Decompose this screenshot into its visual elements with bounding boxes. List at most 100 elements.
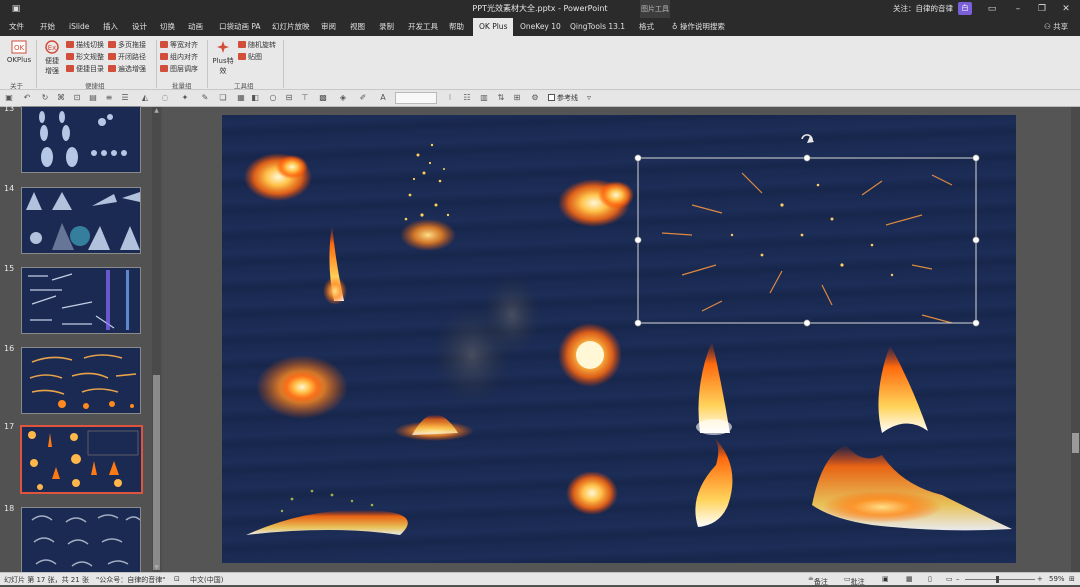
resize-handle[interactable]	[972, 319, 980, 327]
tall-flame-effect[interactable]	[696, 341, 732, 435]
tab-home[interactable]: 开始	[40, 18, 55, 36]
tab-ok-plus[interactable]: OK Plus	[473, 18, 514, 36]
comet-flame-effect[interactable]	[323, 225, 347, 305]
grid-icon[interactable]: ⊞	[512, 93, 522, 103]
align-top-icon[interactable]: ⊤	[300, 93, 310, 103]
tab-insert[interactable]: 插入	[103, 18, 118, 36]
save-icon[interactable]: ▣	[4, 93, 14, 103]
scroll-down-icon[interactable]: ▼	[152, 564, 161, 572]
comments-button[interactable]: ▭ 批注	[844, 575, 865, 586]
zoom-level[interactable]: 59%	[1049, 575, 1065, 583]
tab-islide[interactable]: iSlide	[69, 18, 89, 36]
spacing-icon[interactable]: ⇅	[496, 93, 506, 103]
format-painter-icon[interactable]: ⌘	[56, 93, 66, 103]
slide-panel-scroll-thumb[interactable]	[153, 375, 160, 570]
tab-view[interactable]: 视图	[350, 18, 365, 36]
brush-icon[interactable]: ✎	[200, 93, 210, 103]
distribute-icon[interactable]: ⊟	[284, 93, 294, 103]
tab-qingtools[interactable]: QingTools 13.1	[570, 18, 625, 36]
ribbon-item-equal-align[interactable]: 等宽对齐	[160, 40, 198, 51]
slide-thumbnail-15[interactable]	[21, 267, 141, 334]
canvas-scrollbar[interactable]	[1071, 107, 1080, 572]
resize-handle[interactable]	[972, 236, 980, 244]
customize-dropdown-icon[interactable]: ▿	[584, 93, 594, 103]
redo-icon[interactable]: ↻	[40, 93, 50, 103]
resize-handle[interactable]	[634, 319, 642, 327]
tab-design[interactable]: 设计	[132, 18, 147, 36]
tab-record[interactable]: 录制	[379, 18, 394, 36]
smoke-fire-effect[interactable]	[394, 275, 542, 441]
tab-file[interactable]: 文件	[9, 18, 24, 36]
list-icon[interactable]: ☷	[462, 93, 472, 103]
ribbon-item-texture[interactable]: 贴图	[238, 52, 262, 63]
burst-effect[interactable]	[256, 355, 348, 419]
bullets-icon[interactable]: ⁝	[445, 93, 455, 103]
undo-icon[interactable]: ↶	[22, 93, 32, 103]
spark-ball-effect[interactable]	[566, 471, 618, 515]
slide-thumbnail-17[interactable]	[20, 425, 143, 494]
align-center-icon[interactable]: ☰	[120, 93, 130, 103]
slide-thumbnail-16[interactable]	[21, 347, 141, 414]
notes-button[interactable]: ≐ 备注	[808, 575, 828, 586]
guides-checkbox[interactable]	[548, 94, 555, 101]
tab-format[interactable]: 格式	[639, 18, 654, 36]
columns-icon[interactable]: ▥	[479, 93, 489, 103]
tab-slideshow[interactable]: 幻灯片放映	[272, 18, 310, 36]
rotate-handle-icon[interactable]	[801, 134, 814, 143]
ribbon-item-group-align[interactable]: 组内对齐	[160, 52, 198, 63]
tab-help[interactable]: 帮助	[449, 18, 464, 36]
tab-transitions[interactable]: 切换	[160, 18, 175, 36]
spark-fountain-effect[interactable]	[400, 143, 456, 251]
center-explosion-effect[interactable]	[558, 323, 622, 387]
layers-icon[interactable]: ❏	[218, 93, 228, 103]
shape-outline-icon[interactable]: ◌	[160, 93, 170, 103]
share-button[interactable]: ⚇ 共享	[1044, 18, 1068, 36]
zoom-out-icon[interactable]: –	[956, 575, 960, 583]
ribbon-display-icon[interactable]: ▭	[984, 2, 1000, 16]
tell-me-search[interactable]: ♁ 操作说明搜索	[672, 18, 725, 36]
resize-handle[interactable]	[803, 319, 811, 327]
curling-flame-effect[interactable]	[878, 345, 928, 433]
resize-handle[interactable]	[634, 154, 642, 162]
normal-view-icon[interactable]: ▣	[882, 575, 889, 583]
zoom-in-icon[interactable]: +	[1037, 575, 1043, 583]
effects-icon[interactable]: ✦	[180, 93, 190, 103]
scroll-up-icon[interactable]: ▲	[152, 107, 161, 115]
fill-icon[interactable]: ◧	[250, 93, 260, 103]
slide-panel-scrollbar[interactable]: ▲ ▼	[152, 107, 161, 572]
explosion-effect[interactable]	[558, 179, 634, 227]
wildfire-effect[interactable]	[812, 445, 1012, 531]
resize-handle[interactable]	[803, 154, 811, 162]
font-color-icon[interactable]: A	[378, 93, 388, 103]
color-fill-icon[interactable]: ◈	[338, 93, 348, 103]
group-icon[interactable]: ▤	[88, 93, 98, 103]
sorter-view-icon[interactable]: ▦	[906, 575, 913, 583]
spellcheck-icon[interactable]: ⊡	[174, 575, 180, 583]
slide-thumbnail-18[interactable]	[21, 507, 141, 574]
slideshow-view-icon[interactable]: ▭	[946, 575, 953, 583]
shape-fill-icon[interactable]: ◭	[140, 93, 150, 103]
tab-animations[interactable]: 动画	[188, 18, 203, 36]
fireball-effect[interactable]	[244, 153, 312, 201]
ribbon-item-path[interactable]: 开闭路径	[108, 52, 146, 63]
canvas-scroll-thumb[interactable]	[1072, 433, 1079, 453]
settings-icon[interactable]: ⚙	[530, 93, 540, 103]
plus-effects-button[interactable]: Plus特效	[210, 40, 236, 76]
current-slide[interactable]	[222, 115, 1016, 563]
ribbon-item-toc[interactable]: 便捷目录	[66, 64, 104, 75]
ribbon-item-shape-text[interactable]: 形文规整	[66, 52, 104, 63]
slide-thumbnail-13[interactable]	[21, 106, 141, 173]
okplus-button[interactable]: OK OKPlus	[6, 40, 32, 64]
font-size-input[interactable]	[395, 92, 437, 104]
align-left-icon[interactable]: ≡	[104, 93, 114, 103]
minimize-icon[interactable]: –	[1010, 2, 1026, 16]
user-label[interactable]: 关注：自律的音律	[893, 3, 953, 14]
slide-thumbnail-14[interactable]	[21, 187, 141, 254]
quick-enhance-button[interactable]: Ex 便捷 增强	[40, 40, 64, 76]
zoom-slider-knob[interactable]	[996, 576, 999, 583]
ribbon-item-stroke-switch[interactable]: 描线切换	[66, 40, 104, 51]
fit-to-window-icon[interactable]: ⊞	[1069, 575, 1075, 583]
selection-frame[interactable]	[634, 134, 980, 327]
tab-review[interactable]: 审阅	[321, 18, 336, 36]
ribbon-item-random-rotate[interactable]: 随机旋转	[238, 40, 276, 51]
